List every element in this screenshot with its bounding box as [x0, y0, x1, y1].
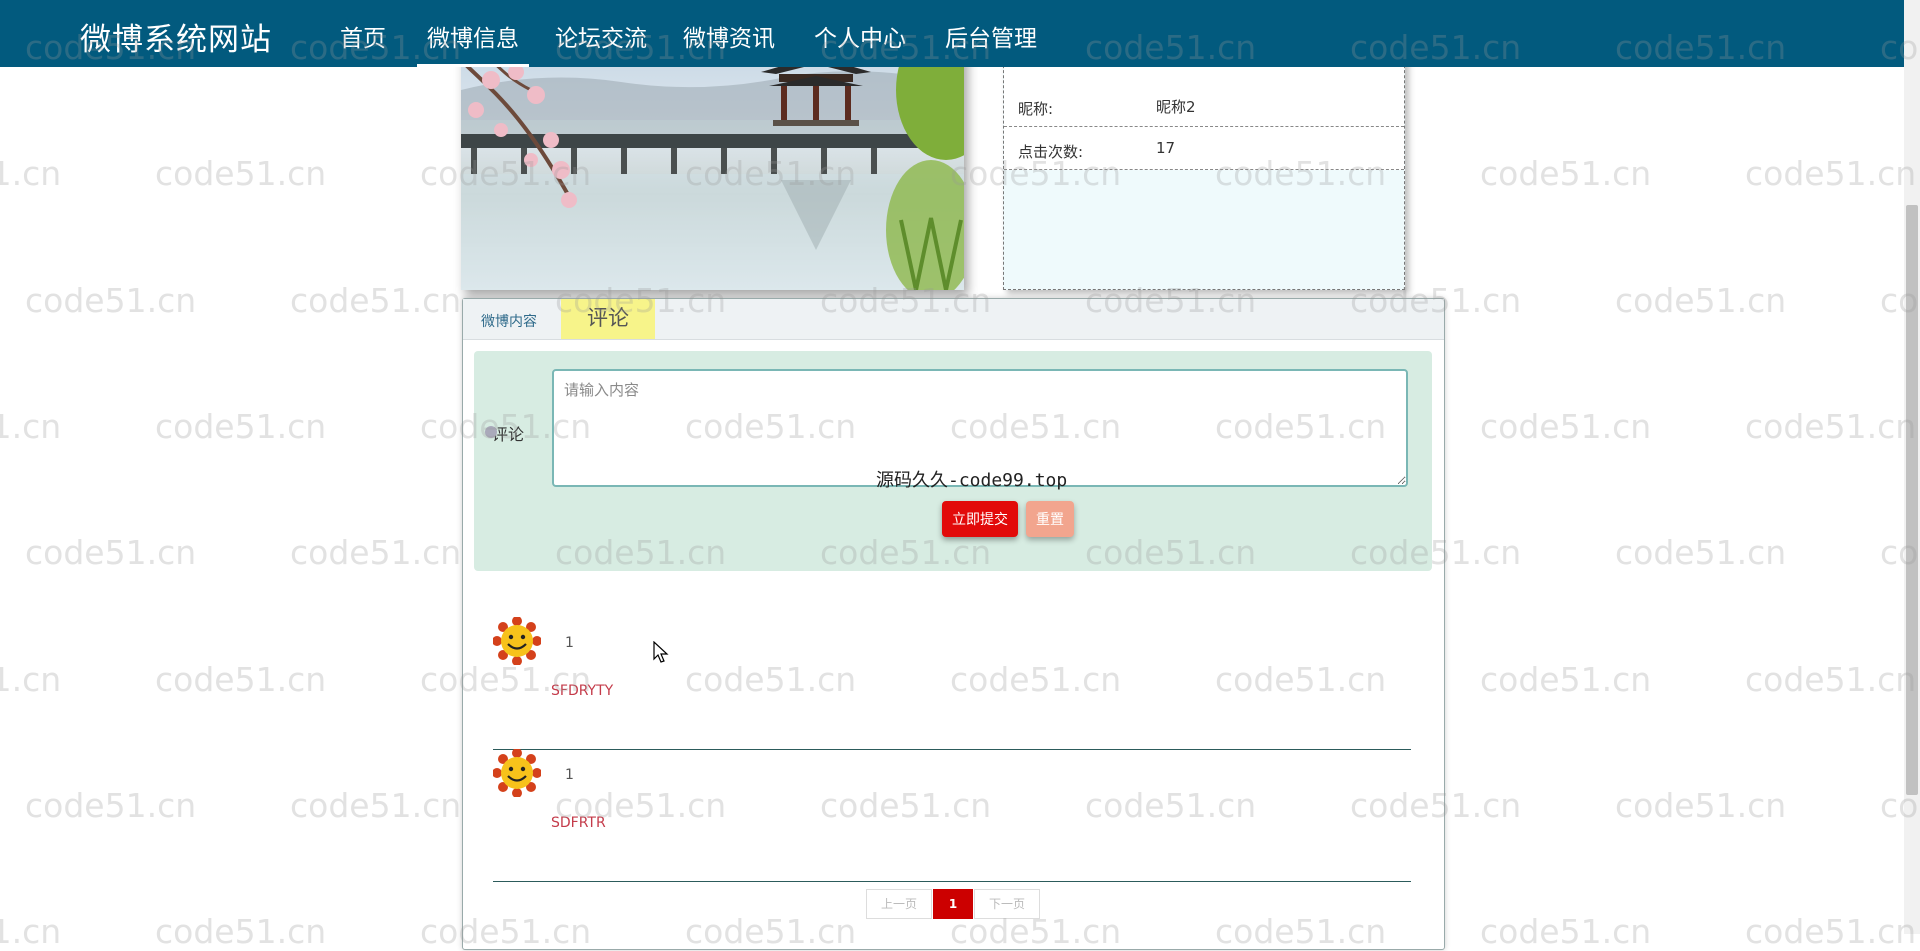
watermark-text: code51.cn [25, 533, 197, 572]
comment-form: 评论 立即提交 重置 [474, 351, 1432, 571]
watermark-text: code51.cn [1745, 154, 1917, 193]
nav-item-admin[interactable]: 后台管理 [945, 19, 1037, 53]
next-page-button[interactable]: 下一页 [974, 889, 1040, 919]
comment-label-text: 评论 [492, 425, 525, 444]
nav-item-weibo-info[interactable]: 微博信息 [417, 19, 529, 67]
source-overlay-text: 源码久久-code99.top [876, 470, 1068, 491]
watermark-text: code51.cn [25, 786, 197, 825]
comment-username: SDFRTR [551, 815, 606, 831]
nav-item-personal-center[interactable]: 个人中心 [814, 19, 906, 53]
nickname-label: 昵称: [1018, 100, 1054, 118]
watermark-text: code51.cn [1480, 912, 1652, 951]
comment-item: 1 SDFRTR [493, 749, 1411, 882]
site-brand[interactable]: 微博系统网站 [80, 14, 272, 59]
nickname-value: 昵称2 [1156, 98, 1196, 116]
watermark-text: code51.cn [290, 786, 462, 825]
comment-text: 1 [565, 635, 574, 651]
current-page-button[interactable]: 1 [933, 889, 973, 919]
mouse-cursor-icon [653, 641, 669, 663]
info-row-nickname: 昵称: 昵称2 [1004, 84, 1404, 127]
tab-weibo-content[interactable]: 微博内容 [481, 311, 537, 331]
watermark-text: code51.cn [155, 660, 327, 699]
detail-panel: 微博内容 评论 评论 立即提交 重置 1 SFDRYTY [462, 298, 1445, 950]
watermark-text: code51.cn [155, 912, 327, 951]
watermark-text: code51.cn [0, 912, 62, 951]
watermark-text: code51.cn [1480, 407, 1652, 446]
sunflower-avatar-icon [493, 617, 541, 665]
watermark-text: code51.cn [1745, 407, 1917, 446]
watermark-text: code51.cn [1615, 533, 1787, 572]
info-row-clicks: 点击次数: 17 [1004, 127, 1404, 170]
watermark-text: code51.cn [1480, 154, 1652, 193]
watermark-text: code51.cn [290, 281, 462, 320]
tab-comments[interactable]: 评论 [561, 299, 655, 339]
clicks-label: 点击次数: [1018, 143, 1084, 161]
watermark-text: code51.cn [1480, 660, 1652, 699]
watermark-text: code51.cn [155, 407, 327, 446]
scrollbar-thumb[interactable] [1906, 205, 1918, 795]
watermark-text: code51.cn [1615, 281, 1787, 320]
comment-text: 1 [565, 767, 574, 783]
lake-pavilion-image [461, 50, 964, 290]
watermark-text: code51.cn [0, 660, 62, 699]
watermark-text: code51.cn [155, 154, 327, 193]
reset-button[interactable]: 重置 [1026, 501, 1074, 537]
weibo-info-box: 昵称: 昵称2 点击次数: 17 [1003, 50, 1405, 290]
watermark-text: code51.cn [1615, 786, 1787, 825]
top-navbar: 微博系统网站 首页 微博信息 论坛交流 微博资讯 个人中心 后台管理 [0, 0, 1920, 67]
watermark-text: code51.cn [290, 533, 462, 572]
watermark-text: code51.cn [0, 407, 62, 446]
detail-tabs: 微博内容 评论 [463, 299, 1444, 340]
comment-username: SFDRYTY [551, 683, 614, 699]
comment-item: 1 SFDRYTY [493, 617, 1411, 750]
nav-item-forum[interactable]: 论坛交流 [555, 19, 647, 53]
comment-label: 评论 [485, 421, 525, 445]
weibo-photo [461, 50, 964, 290]
watermark-text: code51.cn [0, 154, 62, 193]
submit-button[interactable]: 立即提交 [942, 501, 1018, 537]
prev-page-button[interactable]: 上一页 [866, 889, 932, 919]
sunflower-avatar-icon [493, 749, 541, 797]
clicks-value: 17 [1156, 139, 1176, 157]
watermark-text: code51.cn [1745, 912, 1917, 951]
label-dot-icon [485, 426, 497, 438]
watermark-text: code51.cn [25, 281, 197, 320]
nav-item-home[interactable]: 首页 [340, 19, 386, 53]
watermark-text: code51.cn [1745, 660, 1917, 699]
nav-item-news[interactable]: 微博资讯 [683, 19, 775, 53]
